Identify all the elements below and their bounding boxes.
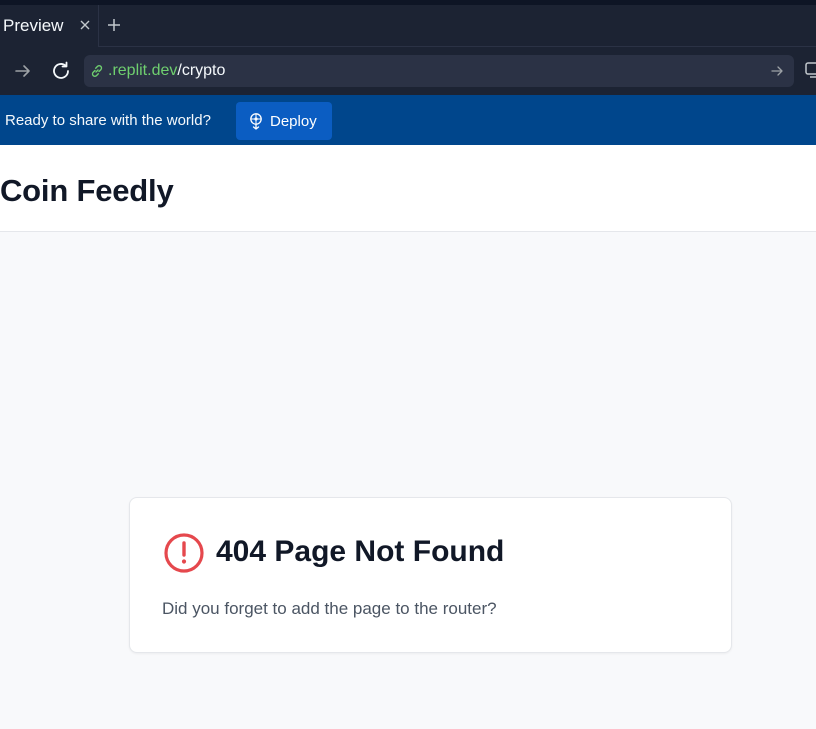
url-bar[interactable]: .replit.dev/crypto <box>84 55 794 87</box>
plus-icon[interactable] <box>106 17 122 33</box>
url-path: /crypto <box>177 62 226 79</box>
arrow-right-icon[interactable] <box>13 61 33 81</box>
app-main: 404 Page Not Found Did you forget to add… <box>0 232 816 729</box>
url-host: .replit.dev <box>108 62 178 79</box>
deploy-banner-text: Ready to share with the world? <box>5 112 211 129</box>
link-icon <box>91 65 103 77</box>
browser-toolbar: .replit.dev/crypto <box>0 47 816 95</box>
app-header: Coin Feedly <box>0 145 816 232</box>
deploy-button-label: Deploy <box>270 113 317 130</box>
alert-circle-icon <box>164 533 204 573</box>
not-found-message: Did you forget to add the page to the ro… <box>162 599 497 618</box>
tab-label: Preview <box>3 16 64 35</box>
deploy-icon <box>250 113 262 130</box>
reload-icon[interactable] <box>50 60 72 82</box>
not-found-heading: 404 Page Not Found <box>216 535 505 568</box>
arrow-right-icon[interactable] <box>770 64 784 78</box>
close-icon[interactable] <box>78 18 92 32</box>
device-icon[interactable] <box>804 61 816 79</box>
deploy-button[interactable]: Deploy <box>236 102 332 140</box>
not-found-card: 404 Page Not Found Did you forget to add… <box>129 497 732 653</box>
tab-bar: Preview <box>0 5 816 47</box>
tab-preview[interactable]: Preview <box>0 5 99 47</box>
url-text: .replit.dev/crypto <box>108 62 225 80</box>
deploy-banner: Ready to share with the world? Deploy <box>0 95 816 145</box>
app-title: Coin Feedly <box>0 173 174 208</box>
